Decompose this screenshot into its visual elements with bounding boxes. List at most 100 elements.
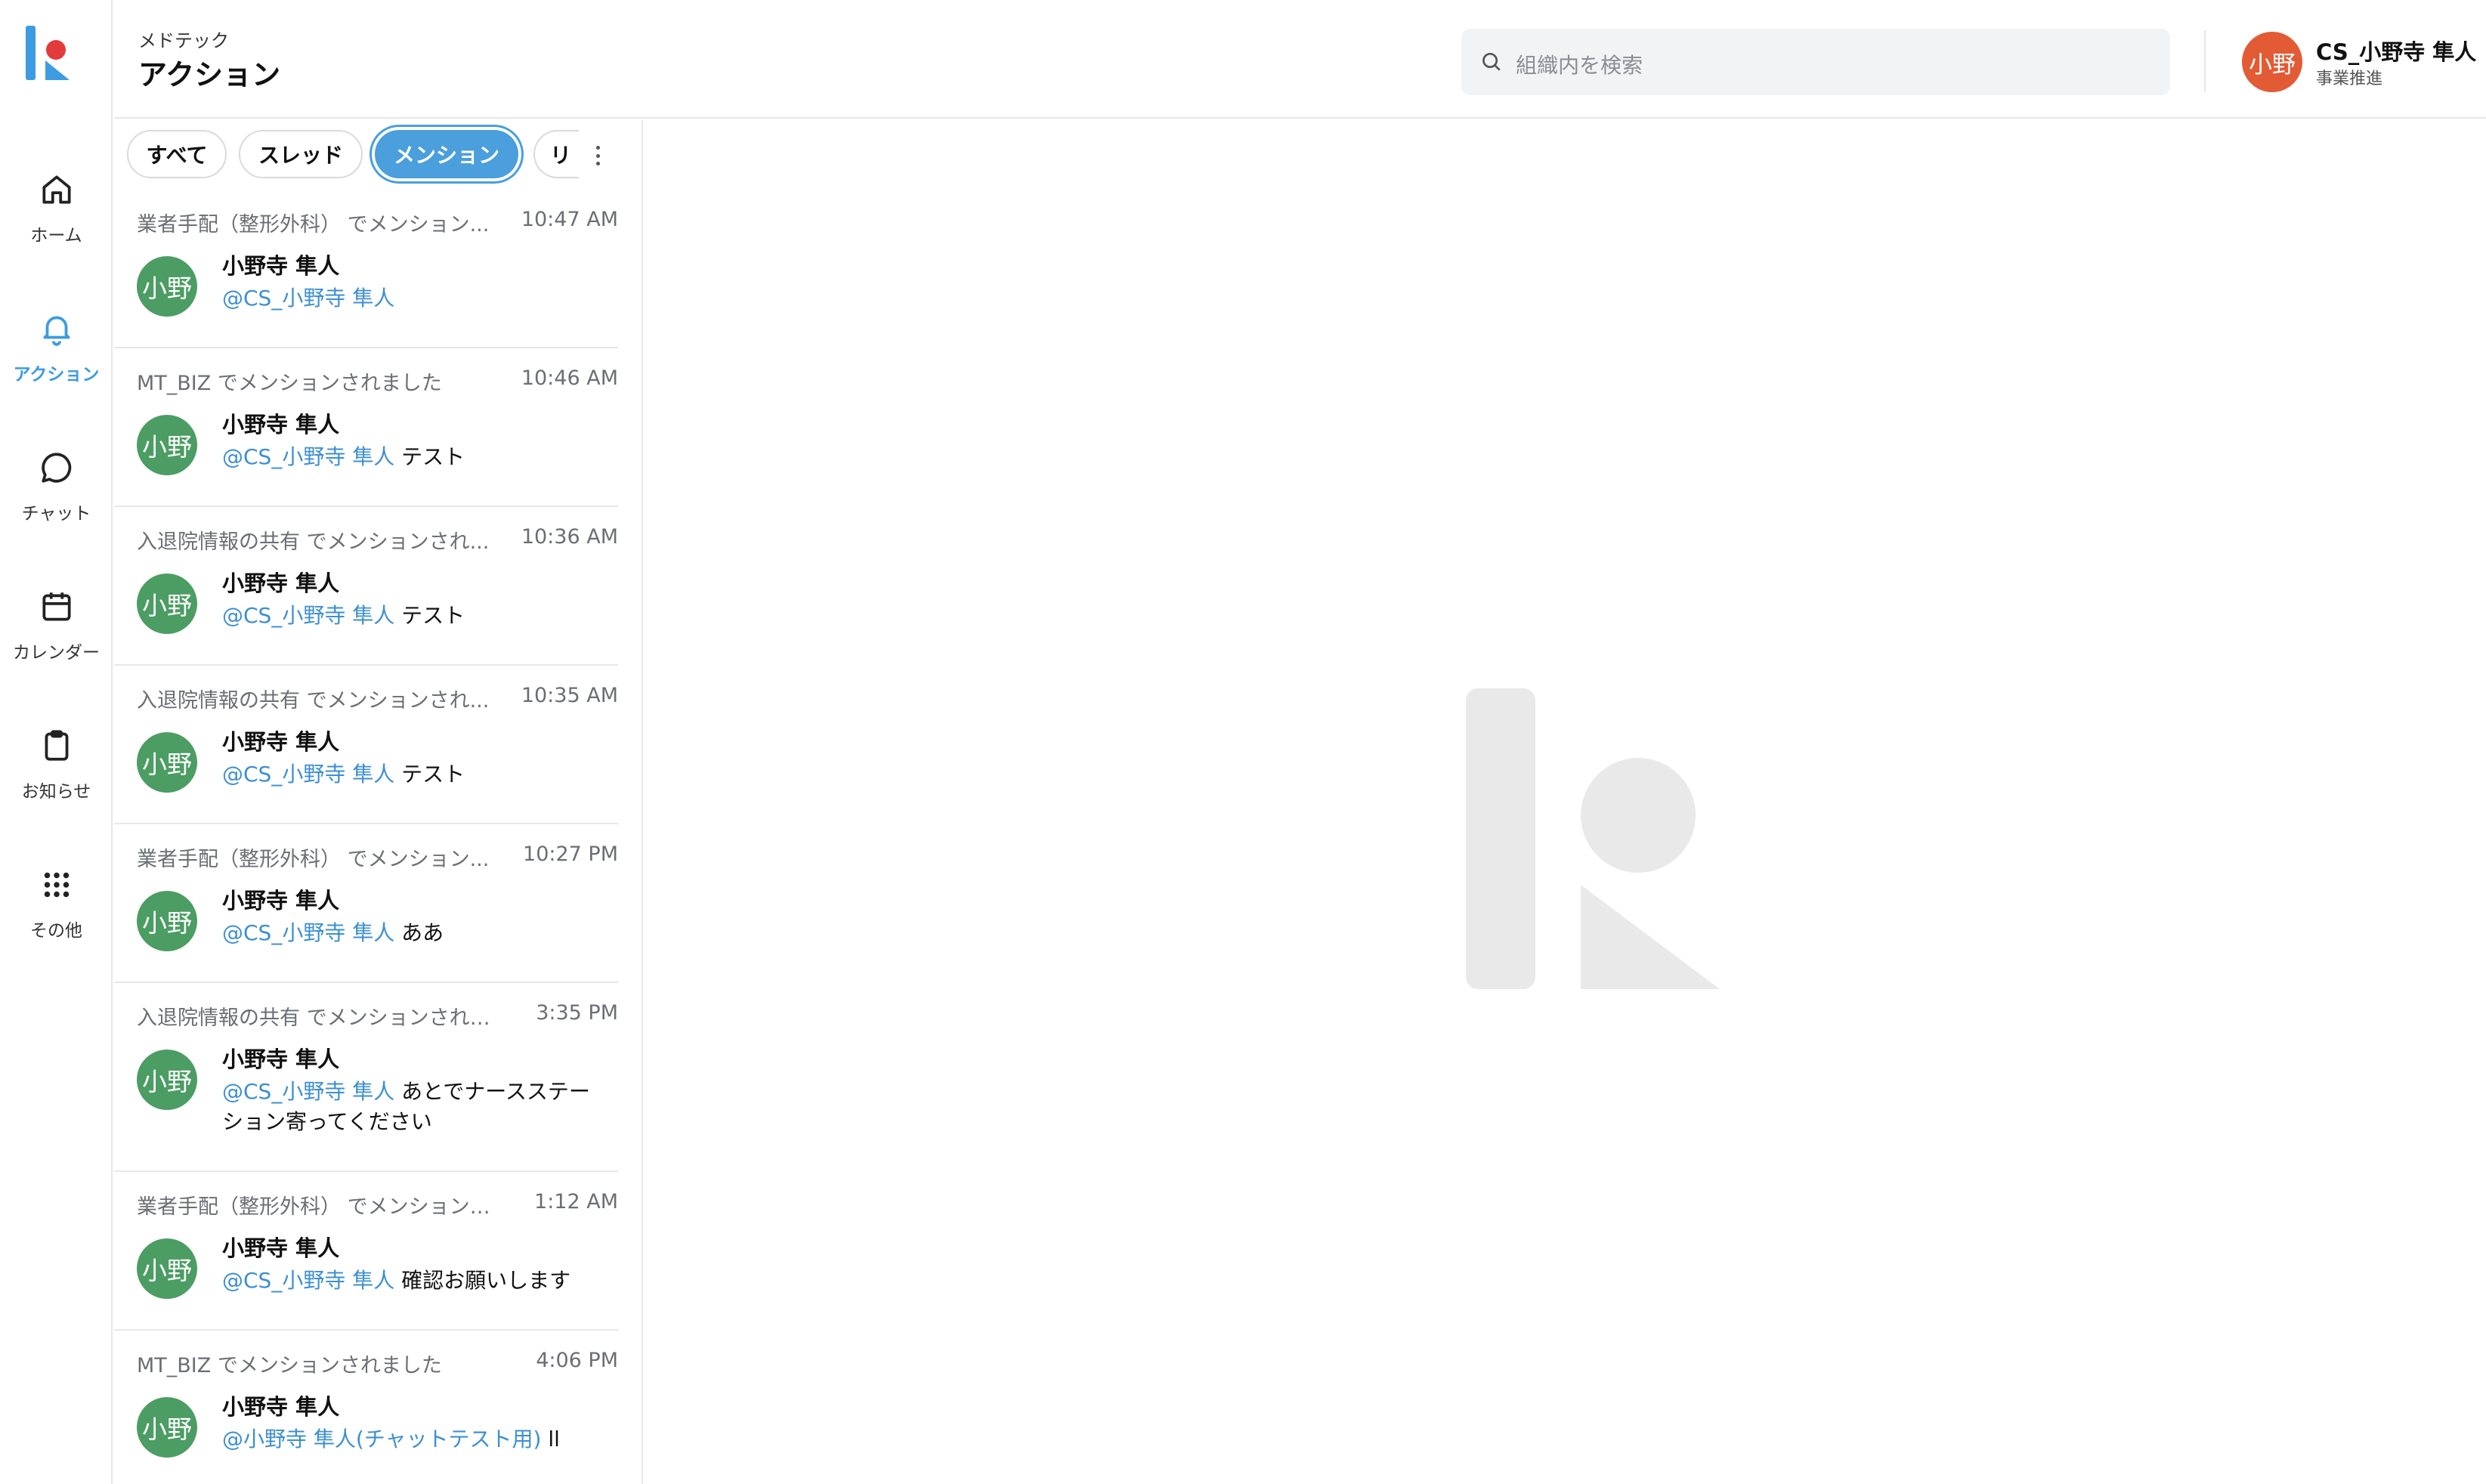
message-body: 確認お願いします [394,1268,571,1293]
mention-link[interactable]: @CS_小野寺 隼人 [222,603,394,628]
mention-link[interactable]: @CS_小野寺 隼人 [222,444,394,469]
item-context: MT_BIZ でメンションされました [137,372,442,395]
list-item[interactable]: 業者手配（整形外科） でメンションさ... 1:12 AM 小野 小野寺 隼人 … [114,1172,618,1331]
search-input[interactable]: 組織内を検索 [1461,29,2170,95]
mention-link[interactable]: @CS_小野寺 隼人 [222,1268,394,1293]
avatar: 小野 [137,1238,197,1299]
grid-dots-icon [44,872,69,898]
sidebar-item-action[interactable]: アクション [0,310,113,423]
chat-bubble-icon [41,453,71,483]
item-time: 10:35 AM [521,684,618,707]
sidebar-item-chat[interactable]: チャット [0,449,113,562]
search-icon [1483,53,1501,71]
more-options-icon[interactable] [588,143,608,168]
item-context: 業者手配（整形外科） でメンション... [137,213,490,237]
sidebar-item-more[interactable]: その他 [0,866,113,979]
message-body: ああ [394,920,444,945]
list-item[interactable]: 入退院情報の共有 でメンションされ... 10:35 AM 小野 小野寺 隼人 … [114,666,618,824]
message-body: ll [541,1427,560,1452]
mention-link[interactable]: @CS_小野寺 隼人 [222,286,394,311]
item-time: 4:06 PM [536,1349,618,1372]
main-content-empty [643,120,2486,1484]
item-time: 10:27 PM [523,842,618,866]
sender-name: 小野寺 隼人 [222,1394,340,1420]
list-item[interactable]: 業者手配（整形外科） でメンション... 10:27 PM 小野 小野寺 隼人 … [114,824,618,983]
user-name[interactable]: CS_小野寺 隼人 [2316,35,2476,66]
message-text: @CS_小野寺 隼人 テスト [222,442,608,472]
search-placeholder: 組織内を検索 [1516,53,1643,78]
sidebar-item-label: ホーム [30,226,82,246]
tab-all[interactable]: すべて [127,130,227,178]
clipboard-icon [45,730,68,761]
tab-mentions[interactable]: メンション [375,130,518,178]
avatar: 小野 [137,415,197,475]
item-context: 入退院情報の共有 でメンションされま... [137,1006,499,1030]
tab-reactions[interactable]: リ [533,130,579,178]
sidebar-nav: ホーム アクション チャット カレンダー お知らせ その他 [0,0,113,1484]
list-item[interactable]: 入退院情報の共有 でメンションされま... 3:35 PM 小野 小野寺 隼人 … [114,983,618,1172]
item-context: 入退院情報の共有 でメンションされ... [137,689,490,713]
avatar: 小野 [137,732,197,793]
sender-name: 小野寺 隼人 [222,412,340,437]
sender-name: 小野寺 隼人 [222,570,340,596]
sidebar-item-home[interactable]: ホーム [0,171,113,284]
sidebar-item-label: アクション [13,365,100,385]
org-name: メドテック [138,30,229,51]
sidebar-item-label: カレンダー [13,643,100,663]
item-context: 入退院情報の共有 でメンションされ... [137,530,490,554]
item-context: 業者手配（整形外科） でメンションさ... [137,1195,499,1219]
page-title: アクション [138,58,281,91]
mention-link[interactable]: @小野寺 隼人(チャットテスト用) [222,1427,541,1452]
sender-name: 小野寺 隼人 [222,253,340,279]
item-time: 3:35 PM [536,1001,618,1025]
calendar-icon [42,592,71,621]
message-body: テスト [394,444,465,469]
message-text: @CS_小野寺 隼人 [222,283,608,314]
logo-watermark [1466,688,1720,989]
user-avatar[interactable]: 小野 [2242,32,2302,92]
mention-link[interactable]: @CS_小野寺 隼人 [222,1079,394,1104]
sidebar-item-label: チャット [21,504,91,524]
item-context: 業者手配（整形外科） でメンション... [137,848,490,871]
item-time: 10:36 AM [521,525,618,549]
sidebar-item-label: その他 [30,921,82,941]
sidebar-item-calendar[interactable]: カレンダー [0,588,113,701]
filter-tabs: すべて スレッド メンション リ [114,120,642,190]
user-department: 事業推進 [2316,70,2383,88]
mention-link[interactable]: @CS_小野寺 隼人 [222,920,394,945]
list-item[interactable]: 業者手配（整形外科） でメンション... 10:47 AM 小野 小野寺 隼人 … [114,190,618,348]
list-item[interactable]: MT_BIZ でメンションされました 4:06 PM 小野 小野寺 隼人 @小野… [114,1331,618,1484]
sender-name: 小野寺 隼人 [222,1235,340,1261]
avatar: 小野 [137,1050,197,1110]
message-text: @小野寺 隼人(チャットテスト用) ll [222,1424,608,1455]
sender-name: 小野寺 隼人 [222,729,340,755]
sidebar-item-notices[interactable]: お知らせ [0,727,113,840]
message-body: テスト [394,762,465,787]
message-text: @CS_小野寺 隼人 あとでナースステーション寄ってください [222,1077,608,1137]
mention-link[interactable]: @CS_小野寺 隼人 [222,762,394,787]
app-logo[interactable] [26,26,76,80]
message-text: @CS_小野寺 隼人 テスト [222,601,608,631]
avatar: 小野 [137,1397,197,1458]
message-text: @CS_小野寺 隼人 ああ [222,918,608,948]
item-context: MT_BIZ でメンションされました [137,1354,442,1377]
avatar: 小野 [137,574,197,634]
message-body: テスト [394,603,465,628]
tab-threads[interactable]: スレッド [239,130,363,178]
item-time: 1:12 AM [534,1190,618,1213]
sidebar-item-label: お知らせ [21,782,91,802]
list-item[interactable]: MT_BIZ でメンションされました 10:46 AM 小野 小野寺 隼人 @C… [114,348,618,507]
bell-icon [43,316,70,346]
sender-name: 小野寺 隼人 [222,1047,340,1072]
top-header: メドテック アクション 組織内を検索 小野 CS_小野寺 隼人 事業推進 [114,0,2486,119]
list-item[interactable]: 入退院情報の共有 でメンションされ... 10:36 AM 小野 小野寺 隼人 … [114,507,618,666]
app-window: ホーム アクション チャット カレンダー お知らせ その他 メドテック アクショ… [0,0,2486,1484]
message-text: @CS_小野寺 隼人 確認お願いします [222,1266,608,1296]
avatar: 小野 [137,891,197,951]
item-time: 10:47 AM [521,208,618,231]
item-time: 10:46 AM [521,366,618,390]
header-divider [2204,30,2206,92]
avatar: 小野 [137,256,197,317]
message-text: @CS_小野寺 隼人 テスト [222,759,608,790]
sender-name: 小野寺 隼人 [222,888,340,914]
